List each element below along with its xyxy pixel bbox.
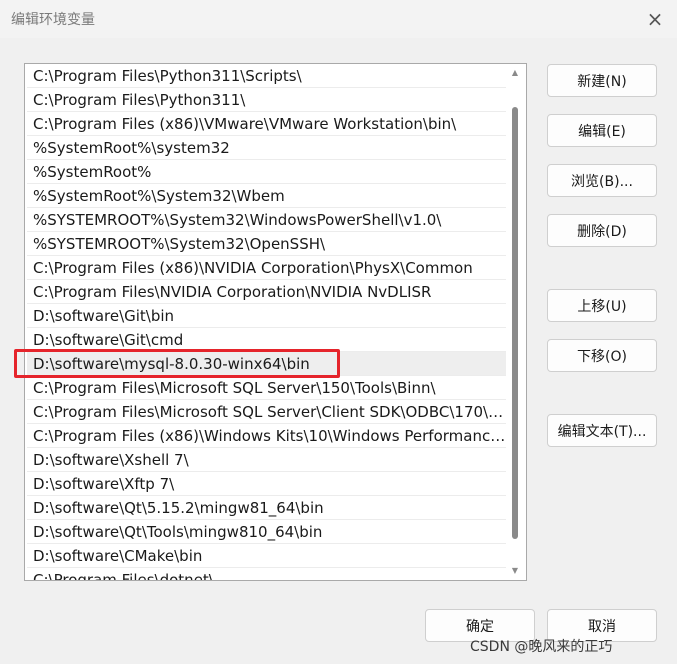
list-item[interactable]: %SYSTEMROOT%\System32\WindowsPowerShell\… bbox=[27, 208, 506, 232]
scroll-down-icon[interactable]: ▼ bbox=[509, 565, 521, 577]
list-item[interactable]: C:\Program Files\dotnet\ bbox=[27, 568, 506, 580]
list-item[interactable]: C:\Program Files (x86)\Windows Kits\10\W… bbox=[27, 424, 506, 448]
list-item[interactable]: %SystemRoot%\System32\Wbem bbox=[27, 184, 506, 208]
close-icon[interactable]: × bbox=[640, 4, 670, 34]
list-item[interactable]: D:\software\CMake\bin bbox=[27, 544, 506, 568]
list-item[interactable]: C:\Program Files\Python311\ bbox=[27, 88, 506, 112]
list-item[interactable]: D:\software\Xshell 7\ bbox=[27, 448, 506, 472]
window-title: 编辑环境变量 bbox=[11, 12, 95, 28]
new-button[interactable]: 新建(N) bbox=[547, 64, 657, 97]
list-item[interactable]: D:\software\Qt\Tools\mingw810_64\bin bbox=[27, 520, 506, 544]
edit-button[interactable]: 编辑(E) bbox=[547, 114, 657, 147]
list-item[interactable]: %SystemRoot%\system32 bbox=[27, 136, 506, 160]
list-item[interactable]: %SYSTEMROOT%\System32\OpenSSH\ bbox=[27, 232, 506, 256]
list-item[interactable]: D:\software\Xftp 7\ bbox=[27, 472, 506, 496]
list-item[interactable]: C:\Program Files (x86)\NVIDIA Corporatio… bbox=[27, 256, 506, 280]
watermark: CSDN @晚风来的正巧 bbox=[470, 639, 613, 655]
list-item[interactable]: C:\Program Files\Python311\Scripts\ bbox=[27, 64, 506, 88]
move-down-button[interactable]: 下移(O) bbox=[547, 339, 657, 372]
list-item[interactable]: D:\software\Git\cmd bbox=[27, 328, 506, 352]
list-item[interactable]: C:\Program Files\NVIDIA Corporation\NVID… bbox=[27, 280, 506, 304]
list-item[interactable]: C:\Program Files\Microsoft SQL Server\15… bbox=[27, 376, 506, 400]
scroll-up-icon[interactable]: ▲ bbox=[509, 67, 521, 79]
list-item[interactable]: %SystemRoot% bbox=[27, 160, 506, 184]
move-up-button[interactable]: 上移(U) bbox=[547, 289, 657, 322]
list-item[interactable]: D:\software\Git\bin bbox=[27, 304, 506, 328]
edit-text-button[interactable]: 编辑文本(T)... bbox=[547, 414, 657, 447]
list-item[interactable]: D:\software\Qt\5.15.2\mingw81_64\bin bbox=[27, 496, 506, 520]
browse-button[interactable]: 浏览(B)... bbox=[547, 164, 657, 197]
list-item-selected[interactable]: D:\software\mysql-8.0.30-winx64\bin bbox=[27, 352, 506, 376]
title-bar: 编辑环境变量 × bbox=[0, 0, 677, 38]
delete-button[interactable]: 删除(D) bbox=[547, 214, 657, 247]
list-item[interactable]: C:\Program Files (x86)\VMware\VMware Wor… bbox=[27, 112, 506, 136]
list-item[interactable]: C:\Program Files\Microsoft SQL Server\Cl… bbox=[27, 400, 506, 424]
scroll-thumb[interactable] bbox=[512, 107, 518, 539]
path-list[interactable]: C:\Program Files\Python311\Scripts\ C:\P… bbox=[24, 63, 527, 581]
vertical-scrollbar[interactable]: ▲ ▼ bbox=[505, 65, 525, 579]
